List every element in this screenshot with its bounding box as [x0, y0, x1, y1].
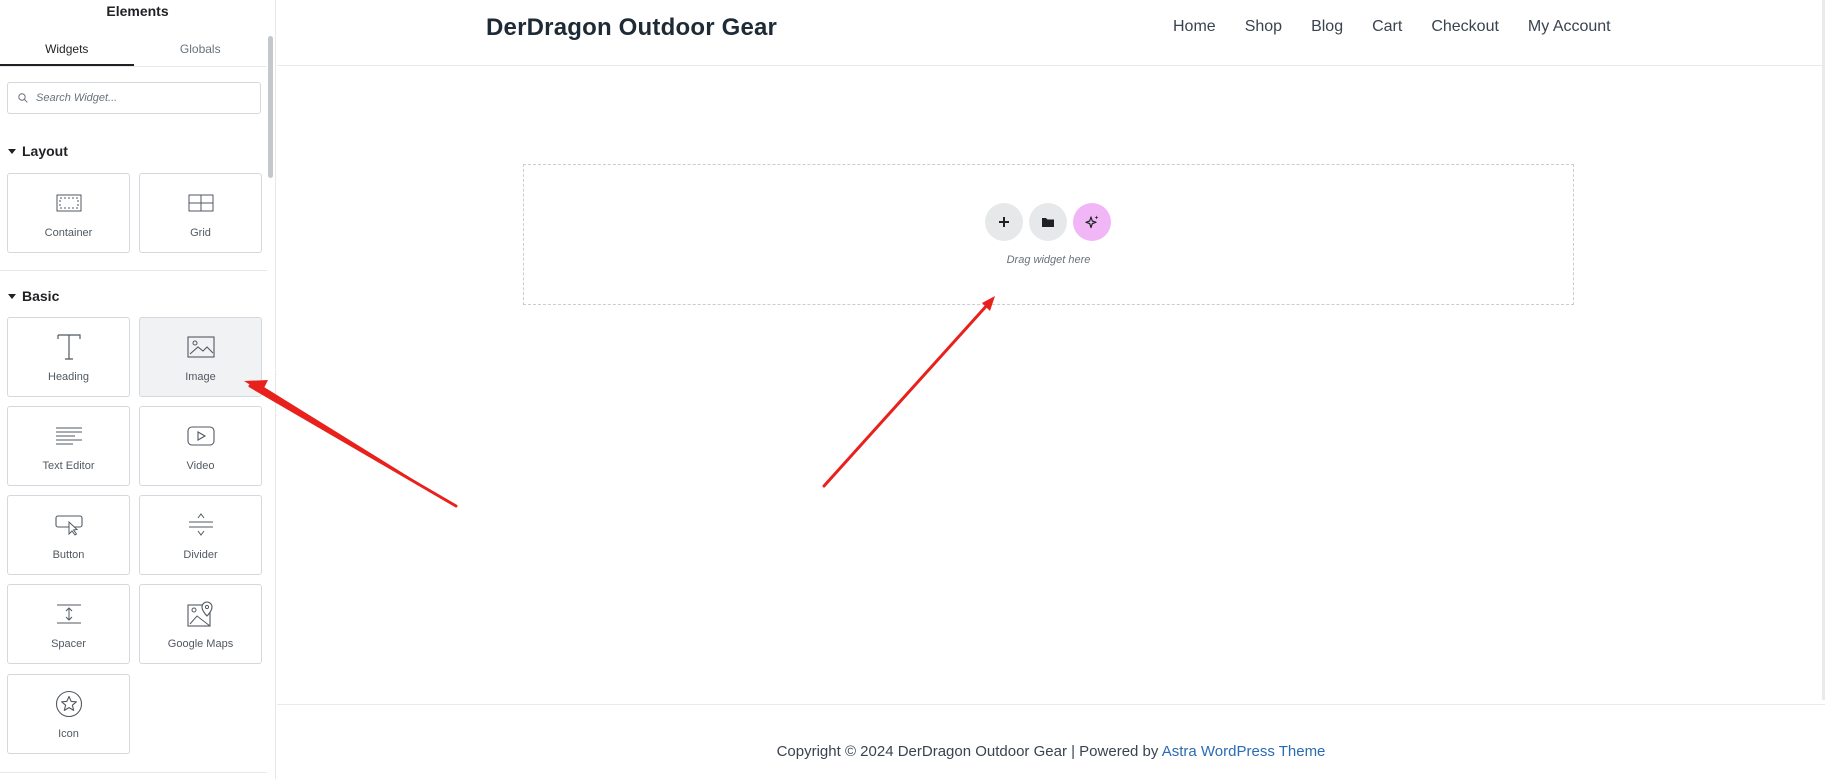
section-title: Basic — [22, 288, 60, 304]
template-library-button[interactable] — [1029, 203, 1067, 241]
widget-text-editor[interactable]: Text Editor — [7, 406, 130, 486]
widget-label: Video — [186, 460, 215, 472]
star-icon — [8, 689, 129, 719]
section-layout[interactable]: Layout — [8, 143, 68, 159]
widget-heading[interactable]: Heading — [7, 317, 130, 397]
heading-icon — [8, 332, 129, 362]
search-input[interactable] — [36, 88, 251, 108]
button-icon — [8, 510, 129, 540]
nav-checkout[interactable]: Checkout — [1431, 18, 1499, 36]
site-header: DerDragon Outdoor Gear Home Shop Blog Ca… — [277, 0, 1825, 66]
page-canvas: DerDragon Outdoor Gear Home Shop Blog Ca… — [277, 0, 1825, 779]
spacer-icon — [8, 599, 129, 629]
drop-zone-actions — [985, 203, 1111, 241]
widget-google-maps[interactable]: Google Maps — [139, 584, 262, 664]
widget-label: Heading — [48, 371, 89, 383]
ai-generate-button[interactable] — [1073, 203, 1111, 241]
add-section-button[interactable] — [985, 203, 1023, 241]
nav-shop[interactable]: Shop — [1245, 18, 1282, 36]
widget-drop-zone[interactable]: Drag widget here — [523, 164, 1574, 305]
widget-search — [7, 82, 261, 114]
site-nav: Home Shop Blog Cart Checkout My Account — [1173, 18, 1640, 36]
widget-spacer[interactable]: Spacer — [7, 584, 130, 664]
widget-button[interactable]: Button — [7, 495, 130, 575]
nav-home[interactable]: Home — [1173, 18, 1216, 36]
section-title: Layout — [22, 143, 68, 159]
drop-zone-label: Drag widget here — [1006, 254, 1091, 266]
widget-label: Button — [52, 549, 85, 561]
footer-divider — [277, 704, 1825, 705]
text-editor-icon — [8, 421, 129, 451]
divider-icon — [140, 510, 261, 540]
caret-down-icon — [8, 148, 16, 154]
tab-widgets[interactable]: Widgets — [0, 34, 134, 66]
widget-label: Google Maps — [167, 638, 234, 650]
widget-label: Icon — [58, 728, 79, 740]
section-basic[interactable]: Basic — [8, 288, 59, 304]
panel-title: Elements — [106, 3, 169, 19]
widget-label: Divider — [183, 549, 218, 561]
tab-globals[interactable]: Globals — [134, 34, 268, 66]
section-divider — [0, 772, 267, 773]
widget-divider[interactable]: Divider — [139, 495, 262, 575]
widget-label: Spacer — [51, 638, 86, 650]
footer-copyright: Copyright © 2024 DerDragon Outdoor Gear … — [776, 743, 1162, 760]
site-title[interactable]: DerDragon Outdoor Gear — [486, 14, 777, 42]
nav-my-account[interactable]: My Account — [1528, 18, 1611, 36]
elements-panel: Elements Widgets Globals Layout Containe… — [0, 0, 276, 779]
widget-label: Container — [44, 227, 93, 239]
footer-theme-link[interactable]: Astra WordPress Theme — [1162, 743, 1326, 760]
grid-icon — [140, 188, 261, 218]
template-library-icon — [1042, 218, 1054, 227]
nav-blog[interactable]: Blog — [1311, 18, 1343, 36]
widget-label: Image — [185, 371, 216, 383]
widget-label: Text Editor — [42, 460, 95, 472]
panel-scrollbar[interactable] — [268, 36, 273, 178]
caret-down-icon — [8, 293, 16, 299]
widget-video[interactable]: Video — [139, 406, 262, 486]
google-maps-icon — [140, 599, 261, 629]
panel-tabs: Widgets Globals — [0, 34, 267, 67]
video-icon — [140, 421, 261, 451]
nav-cart[interactable]: Cart — [1372, 18, 1402, 36]
widget-grid[interactable]: Grid — [139, 173, 262, 253]
editor-window: Elements Widgets Globals Layout Containe… — [0, 0, 1825, 779]
widget-container[interactable]: Container — [7, 173, 130, 253]
ai-sparkle-icon — [1085, 215, 1099, 229]
add-section-icon — [999, 217, 1009, 227]
container-icon — [8, 188, 129, 218]
image-icon — [140, 332, 261, 362]
widget-icon[interactable]: Icon — [7, 674, 130, 754]
site-footer: Copyright © 2024 DerDragon Outdoor Gear … — [277, 743, 1825, 760]
widget-image[interactable]: Image — [139, 317, 262, 397]
section-divider — [0, 270, 267, 271]
search-icon — [18, 93, 28, 103]
widget-label: Grid — [190, 227, 211, 239]
